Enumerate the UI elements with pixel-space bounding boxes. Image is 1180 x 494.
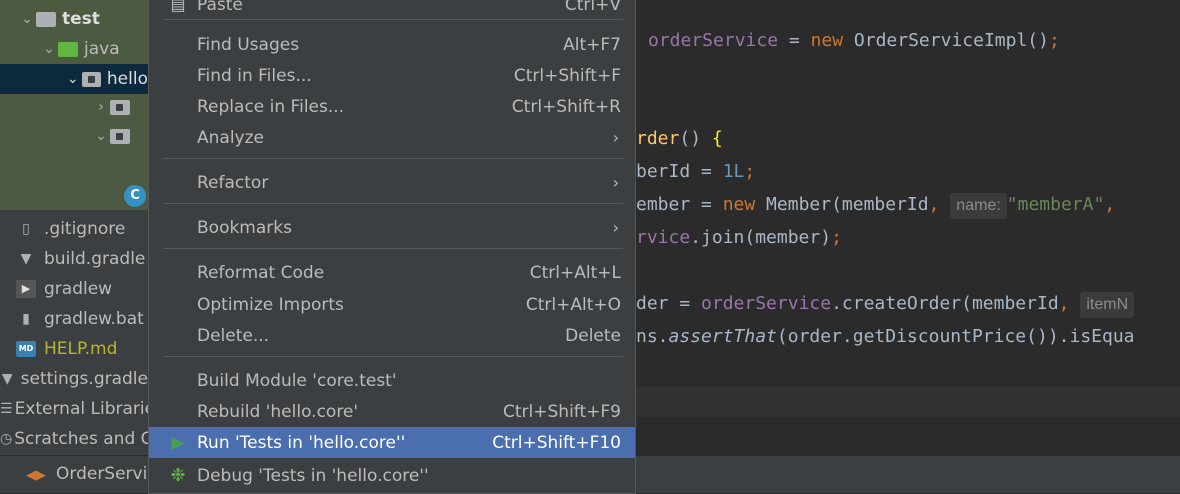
chevron-down-icon[interactable]: ⌄ — [64, 71, 81, 87]
gradle-elephant-icon: ▼ — [20, 251, 32, 267]
context-menu: ▤ Paste Ctrl+V Find Usages Alt+F7 Find i… — [148, 0, 636, 494]
menu-separator — [163, 356, 623, 357]
code-line: rder() { — [636, 128, 723, 149]
tree-file-label: settings.gradle — [20, 369, 148, 389]
menu-item-paste[interactable]: ▤ Paste Ctrl+V — [149, 0, 635, 20]
tree-file-build-gradle[interactable]: ▼ build.gradle — [0, 244, 148, 274]
tree-file-gitignore[interactable]: ▯ .gitignore — [0, 214, 148, 244]
tree-file-label: Scratches and Consoles — [14, 429, 148, 449]
menu-item-find-usages[interactable]: Find Usages Alt+F7 — [149, 29, 635, 60]
terminal-icon: ▶ — [16, 280, 36, 298]
menu-item-optimize-imports[interactable]: Optimize Imports Ctrl+Alt+O — [149, 289, 635, 320]
chevron-right-icon: › — [612, 128, 619, 147]
menu-item-bookmarks[interactable]: Bookmarks › — [149, 212, 635, 243]
tree-file-help-md[interactable]: MD HELP.md — [0, 334, 148, 364]
menu-item-run-tests[interactable]: ▶ Run 'Tests in 'hello.core'' Ctrl+Shift… — [149, 427, 635, 458]
tree-file-label: HELP.md — [44, 339, 118, 359]
menu-item-refactor[interactable]: Refactor › — [149, 167, 635, 198]
test-source-folder-icon — [58, 41, 78, 57]
run-icon: ▶ — [171, 432, 185, 453]
tree-file-gradlew[interactable]: ▶ gradlew — [0, 274, 148, 304]
menu-separator — [163, 203, 623, 204]
folder-icon — [36, 11, 56, 27]
menu-item-analyze[interactable]: Analyze › — [149, 122, 635, 153]
chevron-down-icon[interactable]: ⌄ — [40, 41, 58, 57]
code-line: ember = new Member(memberId, name: "membe… — [636, 190, 1115, 220]
tree-file-settings-gradle[interactable]: ▼ settings.gradle — [0, 364, 148, 394]
tree-node-label: hello — [106, 69, 148, 89]
code-line: berId = 1L; — [636, 161, 756, 182]
menu-separator — [163, 19, 623, 20]
scratches-icon: ◷ — [0, 431, 13, 447]
project-tool-window: ⌄ test ⌄ java ⌄ hello › ⌄ C ▯ .gitignore… — [0, 0, 148, 492]
run-config-icon: ◀▶ — [26, 468, 46, 483]
code-line: ns.assertThat(order.getDiscountPrice()).… — [636, 326, 1135, 347]
tree-node-hello[interactable]: ⌄ hello — [0, 64, 148, 94]
gitignore-icon: ▯ — [22, 221, 30, 237]
code-line: der = orderService.createOrder(memberId,… — [636, 289, 1135, 319]
chevron-right-icon: › — [612, 173, 619, 192]
menu-item-reformat-code[interactable]: Reformat Code Ctrl+Alt+L — [149, 257, 635, 288]
menu-item-rebuild[interactable]: Rebuild 'hello.core' Ctrl+Shift+F9 — [149, 396, 635, 427]
chevron-down-icon[interactable]: ⌄ — [92, 128, 110, 144]
package-icon — [81, 71, 101, 87]
caret-row-highlight — [636, 387, 1180, 417]
tree-node-label: java — [84, 39, 120, 59]
menu-separator — [163, 158, 623, 159]
package-icon — [110, 99, 130, 115]
tree-file-label: build.gradle — [44, 249, 146, 269]
tree-file-label: External Libraries — [14, 399, 148, 419]
library-icon: ☰ — [0, 401, 13, 417]
debug-bug-icon: ❉ — [170, 465, 186, 486]
menu-item-replace-in-files[interactable]: Replace in Files... Ctrl+Shift+R — [149, 91, 635, 122]
menu-item-find-in-files[interactable]: Find in Files... Ctrl+Shift+F — [149, 60, 635, 91]
code-editor[interactable]: orderService = new OrderServiceImpl(); r… — [636, 0, 1180, 492]
code-line: orderService = new OrderServiceImpl(); — [648, 30, 1060, 51]
tree-node-java[interactable]: ⌄ java — [0, 34, 148, 64]
chevron-right-icon[interactable]: › — [92, 99, 110, 115]
gradle-elephant-icon: ▼ — [1, 371, 13, 387]
tree-node-label: test — [62, 9, 100, 29]
package-icon — [110, 128, 130, 144]
tree-node-package[interactable]: › — [0, 92, 148, 122]
tree-node-test[interactable]: ⌄ test — [0, 4, 148, 34]
menu-separator — [163, 248, 623, 249]
menu-item-debug-tests[interactable]: ❉ Debug 'Tests in 'hello.core'' — [149, 460, 635, 491]
code-line: rvice.join(member); — [636, 227, 842, 248]
tree-file-label: .gitignore — [44, 219, 126, 239]
tree-external-libraries[interactable]: ☰ External Libraries — [0, 394, 148, 424]
java-class-icon[interactable]: C — [124, 185, 146, 207]
param-hint-item: itemN — [1080, 292, 1135, 318]
paste-icon: ▤ — [170, 0, 186, 14]
file-icon: ▮ — [22, 311, 30, 327]
tree-node-package[interactable]: ⌄ — [0, 121, 148, 151]
tree-scratches-consoles[interactable]: ◷ Scratches and Consoles — [0, 424, 148, 454]
menu-item-build-module[interactable]: Build Module 'core.test' — [149, 365, 635, 396]
markdown-icon: MD — [16, 341, 36, 357]
param-hint-name: name: — [950, 193, 1007, 219]
tree-file-gradlew-bat[interactable]: ▮ gradlew.bat — [0, 304, 148, 334]
chevron-down-icon[interactable]: ⌄ — [18, 11, 36, 27]
menu-item-delete[interactable]: Delete... Delete — [149, 320, 635, 351]
tree-file-label: gradlew.bat — [44, 309, 144, 329]
chevron-right-icon: › — [612, 218, 619, 237]
tree-file-label: gradlew — [44, 279, 113, 299]
